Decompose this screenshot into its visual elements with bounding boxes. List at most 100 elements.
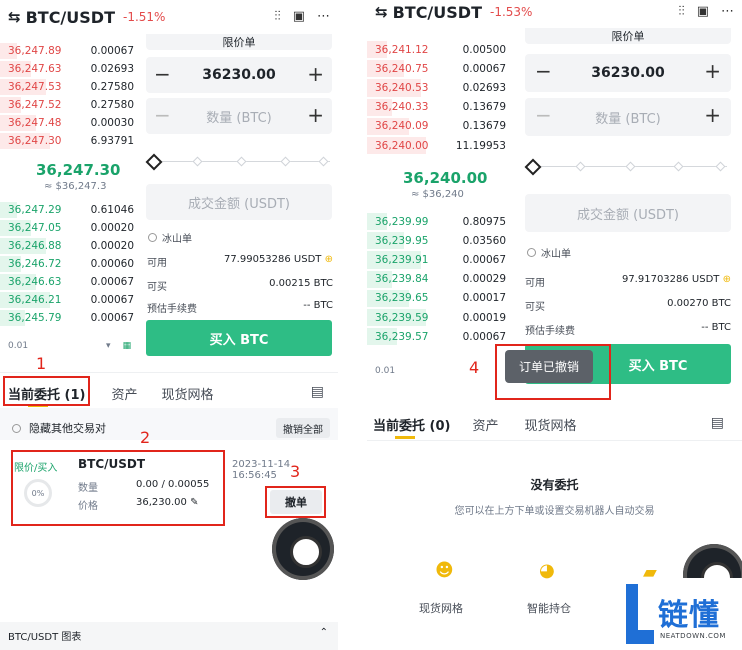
ask-price: 36,247.52	[8, 99, 62, 111]
fee-row: 预估手续费 -- BTC	[147, 300, 333, 315]
ask-row[interactable]: 36,247.89 0.00067	[0, 42, 140, 60]
ask-row[interactable]: 36,247.63 0.02693	[0, 60, 140, 78]
buy-button[interactable]: 买入 BTC	[146, 320, 332, 356]
ask-row[interactable]: 36,240.00 11.19953	[367, 136, 512, 155]
mid-price: 36,240.00	[403, 169, 488, 187]
grid-bot-icon[interactable]: ☻	[435, 560, 454, 581]
minus-icon[interactable]: −	[535, 103, 552, 127]
bid-row[interactable]: 36,239.99 0.80975	[367, 212, 512, 231]
bid-row[interactable]: 36,247.05 0.00020	[0, 219, 140, 237]
ask-price: 36,247.63	[8, 63, 62, 75]
minus-icon[interactable]: −	[535, 59, 552, 83]
chevron-up-icon[interactable]: ⌃	[320, 627, 328, 638]
minus-icon[interactable]: −	[154, 62, 171, 86]
ask-price: 36,240.00	[375, 139, 429, 152]
bid-row[interactable]: 36,239.59 0.00019	[367, 308, 512, 327]
bid-row[interactable]: 36,239.84 0.00029	[367, 270, 512, 289]
ask-row[interactable]: 36,240.33 0.13679	[367, 98, 512, 117]
bid-row[interactable]: 36,239.57 0.00067	[367, 327, 512, 346]
bot-icon[interactable]: ▣	[697, 4, 709, 19]
tab-assets[interactable]: 资产	[472, 415, 498, 434]
amount-input[interactable]: 成交金额 (USDT)	[525, 194, 731, 232]
bot-icon[interactable]: ▣	[293, 9, 305, 24]
bid-price: 36,247.05	[8, 222, 62, 234]
ask-qty: 6.93791	[90, 135, 134, 147]
annotation-box-4	[495, 344, 611, 400]
plus-icon[interactable]: +	[704, 103, 721, 127]
chart-bar[interactable]: BTC/USDT 图表 ⌃	[0, 622, 338, 650]
percent-slider[interactable]	[145, 153, 330, 171]
smart-position-icon[interactable]: ◕	[539, 560, 555, 581]
shortcut-grid[interactable]: 现货网格	[419, 600, 463, 616]
bid-qty: 0.00029	[462, 273, 506, 286]
annotation-box-3	[265, 486, 326, 518]
ask-row[interactable]: 36,247.30 6.93791	[0, 132, 140, 150]
tab-open-orders[interactable]: 当前委托 (0)	[373, 415, 450, 434]
ask-row[interactable]: 36,247.53 0.27580	[0, 78, 140, 96]
swap-icon[interactable]: ⇆	[8, 8, 21, 26]
bid-row[interactable]: 36,239.65 0.00017	[367, 289, 512, 308]
swap-icon[interactable]: ⇆	[375, 3, 388, 21]
amount-input[interactable]: 成交金额 (USDT)	[146, 184, 332, 220]
bid-row[interactable]: 36,239.91 0.00067	[367, 250, 512, 269]
bid-row[interactable]: 36,247.29 0.61046	[0, 201, 140, 219]
plus-icon[interactable]: +	[704, 59, 721, 83]
document-icon[interactable]: ▤	[711, 415, 724, 431]
bid-row[interactable]: 36,239.95 0.03560	[367, 231, 512, 250]
bid-qty: 0.61046	[90, 204, 134, 216]
hide-other-pairs[interactable]: 隐藏其他交易对	[12, 420, 106, 436]
qty-input[interactable]: − 数量 (BTC) +	[525, 98, 731, 136]
ask-qty: 0.02693	[462, 81, 506, 94]
depth-selector[interactable]: 0.01	[375, 366, 395, 376]
buyable-row: 可买 0.00270 BTC	[525, 298, 731, 313]
bid-row[interactable]: 36,246.21 0.00067	[0, 291, 140, 309]
order-type-select[interactable]: 限价单	[146, 34, 332, 50]
iceberg-checkbox[interactable]: 冰山单	[527, 245, 571, 260]
candlestick-icon[interactable]: ⫶⫶	[678, 4, 685, 19]
ask-row[interactable]: 36,240.09 0.13679	[367, 117, 512, 136]
order-type-select[interactable]: 限价单	[525, 28, 731, 44]
price-stepper[interactable]: − 36230.00 +	[525, 54, 731, 92]
plus-icon[interactable]: +	[307, 62, 324, 86]
ask-qty: 0.00500	[462, 43, 506, 56]
ask-price: 36,241.12	[375, 43, 429, 56]
bid-price: 36,239.65	[375, 292, 429, 305]
percent-slider[interactable]	[524, 158, 727, 176]
slider-knob[interactable]	[145, 153, 163, 171]
shortcut-smart[interactable]: 智能持仓	[527, 600, 571, 616]
fee-row: 预估手续费 -- BTC	[525, 322, 731, 337]
ask-row[interactable]: 36,241.12 0.00500	[367, 40, 512, 59]
price-stepper[interactable]: − 36230.00 +	[146, 57, 332, 93]
tab-assets[interactable]: 资产	[111, 384, 137, 403]
document-icon[interactable]: ▤	[311, 384, 324, 400]
watermark-logo: 链懂 NEATDOWN.COM	[620, 578, 742, 650]
more-icon[interactable]: ⋯	[317, 9, 330, 24]
depth-selector[interactable]: 0.01 ▾ ▦	[8, 341, 131, 351]
tab-grid[interactable]: 现货网格	[524, 415, 576, 434]
bid-row[interactable]: 36,246.88 0.00020	[0, 237, 140, 255]
bid-row[interactable]: 36,245.79 0.00067	[0, 309, 140, 327]
ask-row[interactable]: 36,240.53 0.02693	[367, 78, 512, 97]
pair-title[interactable]: BTC/USDT	[393, 3, 482, 22]
ask-row[interactable]: 36,240.75 0.00067	[367, 59, 512, 78]
ask-row[interactable]: 36,247.48 0.00030	[0, 114, 140, 132]
slider-knob[interactable]	[524, 158, 542, 176]
ask-row[interactable]: 36,247.52 0.27580	[0, 96, 140, 114]
bid-qty: 0.00067	[462, 330, 506, 343]
candlestick-icon[interactable]: ⫶⫶	[274, 9, 281, 24]
minus-icon[interactable]: −	[154, 103, 171, 127]
pair-title[interactable]: BTC/USDT	[26, 8, 115, 27]
screenshot-before: ⇆ BTC/USDT -1.51% ⫶⫶ ▣ ⋯ 36,247.89 0.0006…	[0, 0, 338, 650]
floating-assistant-button[interactable]	[272, 518, 334, 580]
bid-price: 36,239.57	[375, 330, 429, 343]
plus-icon[interactable]: +	[307, 103, 324, 127]
cancel-all-button[interactable]: 撤销全部	[276, 418, 330, 438]
bid-qty: 0.00067	[462, 253, 506, 266]
bid-row[interactable]: 36,246.63 0.00067	[0, 273, 140, 291]
ask-price: 36,240.09	[375, 120, 429, 133]
bid-row[interactable]: 36,246.72 0.00060	[0, 255, 140, 273]
more-icon[interactable]: ⋯	[721, 4, 734, 19]
tab-grid[interactable]: 现货网格	[161, 384, 213, 403]
qty-input[interactable]: − 数量 (BTC) +	[146, 98, 332, 134]
iceberg-checkbox[interactable]: 冰山单	[148, 230, 192, 245]
